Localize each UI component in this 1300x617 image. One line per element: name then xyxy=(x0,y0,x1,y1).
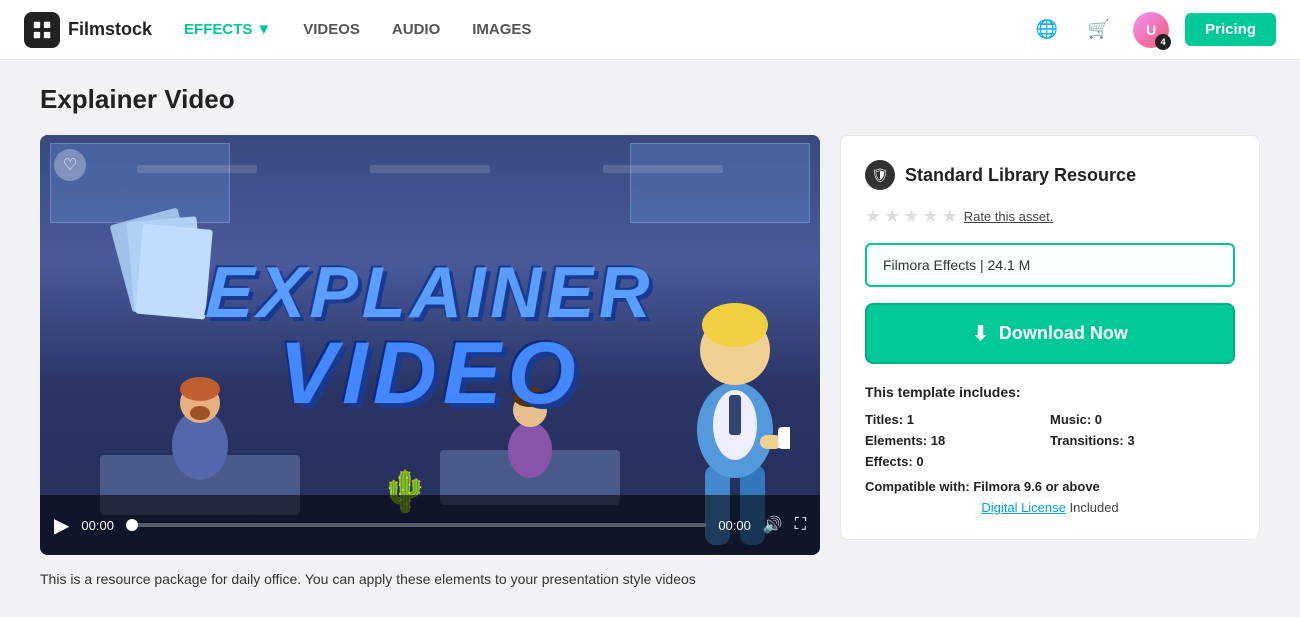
compatible-value: Filmora 9.6 or above xyxy=(973,479,1099,494)
shield-icon: 🛡 xyxy=(865,160,895,190)
star-2: ★ xyxy=(884,206,900,227)
download-button[interactable]: ⬇ Download Now xyxy=(865,303,1235,364)
favorite-button[interactable]: ♡ xyxy=(54,149,86,181)
nav-videos[interactable]: VIDEOS xyxy=(303,21,360,38)
transitions-label: Transitions: xyxy=(1050,433,1124,448)
download-label: Download Now xyxy=(999,323,1128,344)
transitions-value: 3 xyxy=(1127,433,1134,448)
globe-icon[interactable]: 🌐 xyxy=(1029,12,1065,48)
nav-images[interactable]: IMAGES xyxy=(472,21,531,38)
time-end: 00:00 xyxy=(718,518,751,533)
logo-text: Filmstock xyxy=(68,19,152,40)
resource-title: Standard Library Resource xyxy=(905,165,1136,186)
ceiling-light-2 xyxy=(370,165,490,173)
star-4: ★ xyxy=(922,206,938,227)
header: Filmstock EFFECTS ▼ VIDEOS AUDIO IMAGES … xyxy=(0,0,1300,60)
fullscreen-button[interactable]: ⛶ xyxy=(795,516,806,534)
compatible-row: Compatible with: Filmora 9.6 or above xyxy=(865,479,1235,494)
progress-dot xyxy=(126,519,138,531)
play-button[interactable]: ▶ xyxy=(54,513,69,538)
video-title-line1: EXPLAINER xyxy=(204,257,656,329)
elements-value: 18 xyxy=(931,433,945,448)
titles-value: 1 xyxy=(907,412,914,427)
logo-icon xyxy=(24,12,60,48)
license-suffix: Included xyxy=(1070,500,1119,515)
resource-header: 🛡 Standard Library Resource xyxy=(865,160,1235,190)
page: Explainer Video xyxy=(0,60,1300,611)
nav-effects[interactable]: EFFECTS ▼ xyxy=(184,21,271,38)
ceiling-light-1 xyxy=(137,165,257,173)
paper-3 xyxy=(135,224,213,320)
star-5: ★ xyxy=(942,206,958,227)
avatar-badge: 4 xyxy=(1155,34,1171,50)
star-rating[interactable]: ★ ★ ★ ★ ★ xyxy=(865,206,958,227)
effects-item: Effects: 0 xyxy=(865,454,1050,469)
transitions-item: Transitions: 3 xyxy=(1050,433,1235,448)
avatar[interactable]: U 4 xyxy=(1133,12,1169,48)
download-icon: ⬇ xyxy=(972,321,989,346)
chevron-down-icon: ▼ xyxy=(256,21,271,38)
progress-bar[interactable] xyxy=(126,523,706,527)
cart-icon[interactable]: 🛒 xyxy=(1081,12,1117,48)
ceiling-light-3 xyxy=(603,165,723,173)
page-title: Explainer Video xyxy=(40,84,1260,115)
titles-label: Titles: xyxy=(865,412,903,427)
music-item: Music: 0 xyxy=(1050,412,1235,427)
effects-value: 0 xyxy=(916,454,923,469)
header-right: 🌐 🛒 U 4 Pricing xyxy=(1029,12,1276,48)
includes-grid: Titles: 1 Music: 0 Elements: 18 Transiti… xyxy=(865,412,1235,469)
effects-label: Effects: xyxy=(865,454,913,469)
star-1: ★ xyxy=(865,206,881,227)
file-info-box: Filmora Effects | 24.1 M xyxy=(865,243,1235,287)
video-title: EXPLAINER VIDEO xyxy=(206,257,654,417)
window-right xyxy=(630,143,810,223)
rate-link[interactable]: Rate this asset. xyxy=(964,209,1054,224)
video-container: EXPLAINER VIDEO 🌵 xyxy=(40,135,820,555)
music-label: Music: xyxy=(1050,412,1091,427)
logo[interactable]: Filmstock xyxy=(24,12,152,48)
video-title-line2: VIDEO xyxy=(204,330,656,418)
volume-button[interactable]: 🔊 xyxy=(763,515,783,535)
elements-item: Elements: 18 xyxy=(865,433,1050,448)
music-value: 0 xyxy=(1095,412,1102,427)
video-thumbnail: EXPLAINER VIDEO 🌵 xyxy=(40,135,820,555)
license-row: Digital License Included xyxy=(865,500,1235,515)
description: This is a resource package for daily off… xyxy=(40,571,1260,587)
content-row: EXPLAINER VIDEO 🌵 xyxy=(40,135,1260,555)
elements-label: Elements: xyxy=(865,433,927,448)
video-controls: ▶ 00:00 00:00 🔊 ⛶ xyxy=(40,495,820,555)
nav-audio[interactable]: AUDIO xyxy=(392,21,440,38)
stars-row: ★ ★ ★ ★ ★ Rate this asset. xyxy=(865,206,1235,227)
nav: EFFECTS ▼ VIDEOS AUDIO IMAGES xyxy=(184,21,1029,38)
pricing-button[interactable]: Pricing xyxy=(1185,13,1276,46)
ceiling-lights xyxy=(40,165,820,173)
titles-item: Titles: 1 xyxy=(865,412,1050,427)
compatible-label: Compatible with: xyxy=(865,479,970,494)
includes-title: This template includes: xyxy=(865,384,1235,400)
star-3: ★ xyxy=(903,206,919,227)
sidebar-panel: 🛡 Standard Library Resource ★ ★ ★ ★ ★ Ra… xyxy=(840,135,1260,540)
time-current: 00:00 xyxy=(81,518,114,533)
license-link[interactable]: Digital License xyxy=(981,500,1066,515)
